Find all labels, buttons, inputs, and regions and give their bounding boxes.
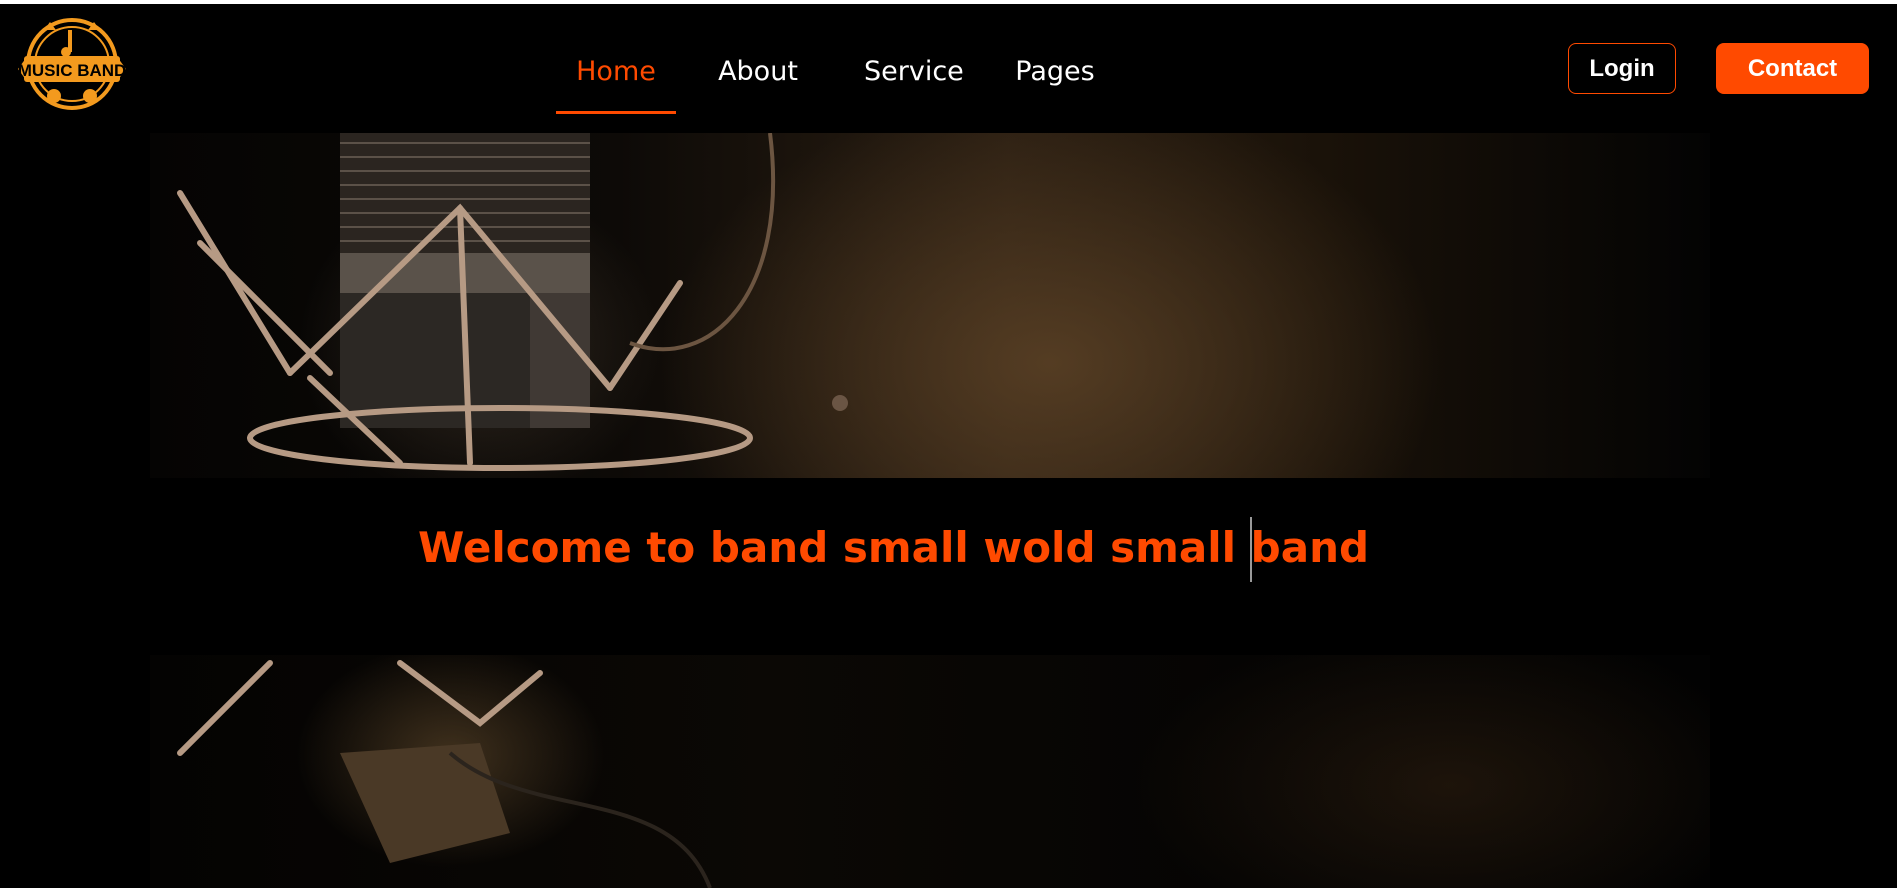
login-button[interactable]: Login <box>1568 43 1676 94</box>
nav-item-label: Pages <box>1015 56 1095 87</box>
hero-image <box>150 133 1710 888</box>
music-band-badge-icon: MUSIC BAND <box>18 18 126 110</box>
nav-item-label: About <box>718 56 798 87</box>
nav-item-label: Service <box>864 56 964 87</box>
text-caret <box>1250 517 1252 582</box>
contact-button[interactable]: Contact <box>1716 43 1869 94</box>
nav-item-service[interactable]: Service <box>864 48 964 114</box>
nav-item-pages[interactable]: Pages <box>1014 48 1096 114</box>
nav-item-home[interactable]: Home <box>556 48 676 114</box>
studio-microphone-image <box>150 133 1710 888</box>
page: MUSIC BAND Home About Service Pages Logi… <box>0 0 1897 888</box>
login-button-label: Login <box>1589 54 1655 82</box>
contact-button-label: Contact <box>1747 54 1838 82</box>
top-border <box>0 0 1897 4</box>
logo-text: MUSIC BAND <box>18 61 126 80</box>
hero-heading: Welcome to band small wold small band <box>418 523 1370 572</box>
music-band-logo[interactable]: MUSIC BAND <box>18 14 126 116</box>
nav-item-about[interactable]: About <box>716 48 800 114</box>
active-nav-underline <box>556 111 676 114</box>
nav-item-label: Home <box>576 56 656 87</box>
